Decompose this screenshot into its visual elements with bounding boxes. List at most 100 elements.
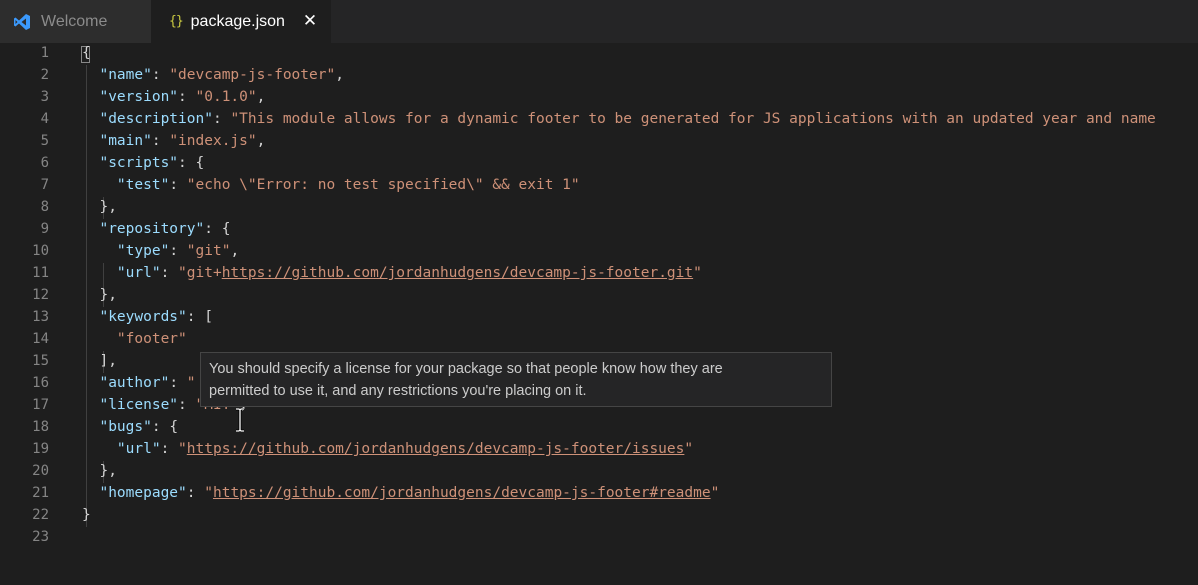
code-token: : bbox=[169, 375, 187, 391]
code-token: : { bbox=[178, 155, 205, 171]
code-token: "type" bbox=[116, 243, 170, 259]
code-line[interactable]: "repository": { bbox=[82, 218, 230, 240]
code-token: "test" bbox=[116, 177, 170, 193]
code-token: , bbox=[256, 89, 266, 105]
code-token: : bbox=[186, 485, 205, 501]
code-line[interactable]: "keywords": [ bbox=[82, 306, 213, 328]
code-line[interactable]: "scripts": { bbox=[82, 152, 204, 174]
code-token: "scripts" bbox=[99, 155, 179, 171]
code-line[interactable]: "url": "https://github.com/jordanhudgens… bbox=[82, 438, 693, 460]
code-token: "This module allows for a dynamic footer… bbox=[230, 111, 1156, 127]
code-token: ], bbox=[82, 353, 117, 369]
line-number: 20 bbox=[32, 463, 49, 479]
close-icon[interactable]: ✕ bbox=[301, 12, 319, 30]
code-token: : bbox=[212, 111, 231, 127]
code-line[interactable]: "name": "devcamp-js-footer", bbox=[82, 64, 344, 86]
code-line[interactable]: "description": "This module allows for a… bbox=[82, 108, 1156, 130]
tab-welcome[interactable]: Welcome bbox=[0, 0, 151, 43]
tab-bar: Welcome {} package.json ✕ bbox=[0, 0, 1198, 43]
code-token: : bbox=[178, 89, 196, 105]
code-line[interactable]: }, bbox=[82, 284, 116, 306]
code-token: "bugs" bbox=[99, 419, 152, 435]
code-token: : { bbox=[151, 419, 179, 435]
code-token: "footer" bbox=[116, 331, 187, 347]
code-token: : bbox=[160, 441, 179, 457]
code-token: "author" bbox=[99, 375, 170, 391]
line-number: 7 bbox=[40, 177, 49, 193]
code-line[interactable]: ], bbox=[82, 350, 117, 372]
code-token: "git+ bbox=[178, 265, 222, 281]
code-line[interactable]: }, bbox=[82, 460, 117, 482]
code-token: : bbox=[160, 265, 179, 281]
code-line[interactable]: "main": "index.js", bbox=[82, 130, 265, 152]
code-token: "0.1.0" bbox=[195, 89, 257, 105]
code-line[interactable]: "test": "echo \"Error: no test specified… bbox=[82, 174, 580, 196]
line-number: 11 bbox=[32, 265, 49, 281]
code-token: : bbox=[151, 67, 170, 83]
line-number: 16 bbox=[32, 375, 49, 391]
code-token: } bbox=[82, 507, 91, 523]
code-line[interactable]: "footer" bbox=[82, 328, 187, 350]
code-editor[interactable]: 1 2 3 4 5 6 7 8 9 10 11 12 13 14 15 16 17 18 19 20 21 22 23 { … bbox=[0, 43, 1198, 585]
code-token: " bbox=[178, 441, 187, 457]
code-token: : { bbox=[204, 221, 231, 237]
code-line[interactable]: }, bbox=[82, 196, 116, 218]
tooltip-line: permitted to use it, and any restriction… bbox=[209, 383, 587, 399]
code-token: }, bbox=[82, 463, 117, 479]
code-token: " bbox=[710, 485, 720, 501]
code-line[interactable]: } bbox=[82, 504, 91, 526]
code-line[interactable]: "bugs": { bbox=[82, 416, 178, 438]
line-number: 6 bbox=[40, 155, 49, 171]
code-token: " bbox=[204, 485, 213, 501]
tooltip-line: You should specify a license for your pa… bbox=[209, 361, 723, 377]
code-line[interactable]: "version": "0.1.0", bbox=[82, 86, 265, 108]
code-line[interactable]: "author": " bbox=[82, 372, 195, 394]
tab-package-json[interactable]: {} package.json ✕ bbox=[151, 0, 331, 43]
text-cursor-icon bbox=[234, 407, 246, 433]
code-token: " bbox=[684, 441, 694, 457]
code-token: "license" bbox=[99, 397, 179, 413]
license-hover-tooltip: You should specify a license for your pa… bbox=[200, 352, 832, 407]
code-line[interactable]: "type": "git", bbox=[82, 240, 239, 262]
line-number: 18 bbox=[32, 419, 49, 435]
code-token: , bbox=[230, 243, 240, 259]
line-number: 12 bbox=[32, 287, 49, 303]
code-line[interactable]: "homepage": "https://github.com/jordanhu… bbox=[82, 482, 719, 504]
line-number: 10 bbox=[32, 243, 49, 259]
line-number: 22 bbox=[32, 507, 49, 523]
line-number: 3 bbox=[40, 89, 49, 105]
code-token: https://github.com/jordanhudgens/devcamp… bbox=[186, 441, 685, 457]
code-token: "devcamp-js-footer" bbox=[169, 67, 336, 83]
line-number: 21 bbox=[32, 485, 49, 501]
code-token: https://github.com/jordanhudgens/devcamp… bbox=[212, 485, 711, 501]
line-number: 17 bbox=[32, 397, 49, 413]
code-token: : bbox=[151, 133, 170, 149]
json-braces-icon: {} bbox=[169, 14, 184, 29]
tab-package-json-label: package.json bbox=[190, 12, 285, 30]
line-number: 13 bbox=[32, 309, 49, 325]
code-line[interactable]: "url": "git+https://github.com/jordanhud… bbox=[82, 262, 702, 284]
code-token: : bbox=[169, 243, 187, 259]
code-token: "url" bbox=[116, 265, 161, 281]
code-token: , bbox=[335, 67, 344, 83]
line-number: 8 bbox=[40, 199, 49, 215]
code-line[interactable]: { bbox=[82, 43, 91, 64]
line-number: 23 bbox=[32, 529, 49, 545]
code-token: "keywords" bbox=[99, 309, 187, 325]
code-token: "git" bbox=[186, 243, 231, 259]
tab-welcome-label: Welcome bbox=[41, 12, 108, 30]
code-token: https://github.com/jordanhudgens/devcamp… bbox=[221, 265, 694, 281]
